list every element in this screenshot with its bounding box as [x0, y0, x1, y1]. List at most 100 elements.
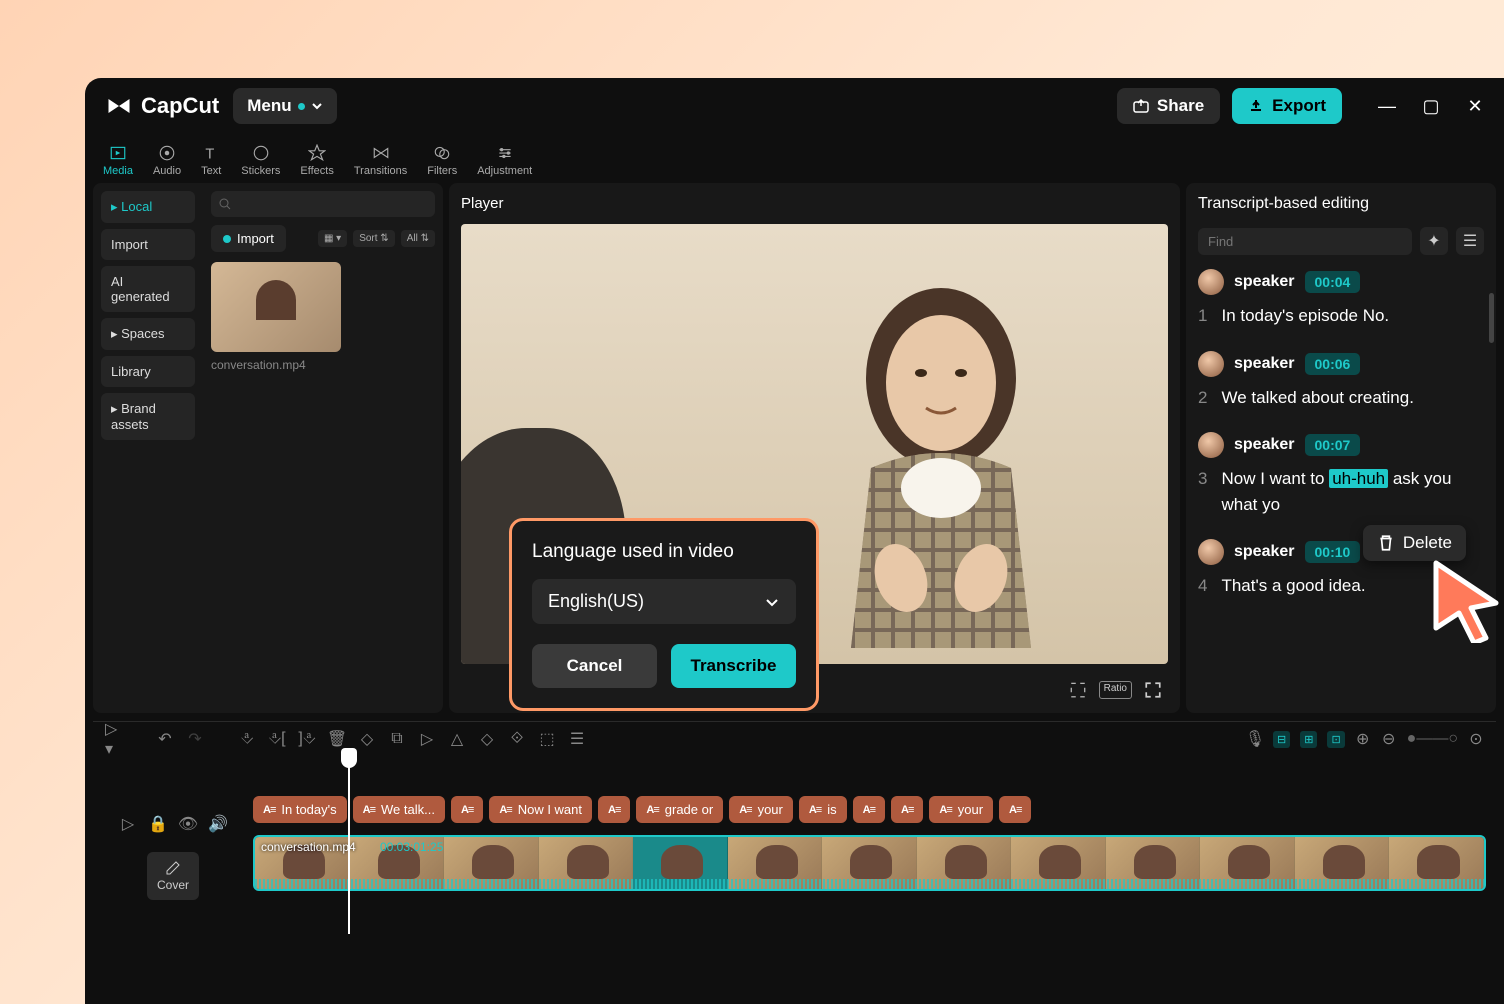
tab-adjustment[interactable]: Adjustment [467, 138, 542, 183]
transcribe-button[interactable]: Transcribe [671, 644, 796, 688]
tab-text[interactable]: TText [191, 138, 231, 183]
tab-effects[interactable]: Effects [290, 138, 343, 183]
mirror-tool[interactable]: △ [449, 731, 465, 747]
zoom-out[interactable]: ⊖ [1381, 731, 1397, 747]
duplicate-tool[interactable]: ⧉ [389, 731, 405, 747]
media-search[interactable] [211, 191, 435, 217]
caption-icon: A≡ [901, 804, 913, 816]
track-eye-icon[interactable]: 👁 [180, 816, 196, 832]
transcript-row[interactable]: speaker 00:06 2 We talked about creating… [1198, 351, 1484, 411]
caption-clip[interactable]: A≡grade or [636, 796, 723, 823]
rotate-tool[interactable]: ◇ [479, 731, 495, 747]
caption-clip[interactable]: A≡ [891, 796, 923, 823]
sparkle-button[interactable]: ✦ [1420, 227, 1448, 255]
crop-tool[interactable]: ⟐ [509, 731, 525, 747]
tab-stickers[interactable]: Stickers [231, 138, 290, 183]
caption-clip[interactable]: A≡In today's [253, 796, 347, 823]
ratio-button[interactable]: Ratio [1099, 681, 1132, 699]
timestamp-pill[interactable]: 00:07 [1305, 434, 1361, 456]
redo-button[interactable]: ↷ [187, 731, 203, 747]
playhead[interactable] [348, 754, 350, 934]
scan-icon[interactable] [1069, 681, 1087, 699]
timestamp-pill[interactable]: 00:04 [1305, 271, 1361, 293]
scrollbar[interactable] [1489, 293, 1494, 343]
share-button[interactable]: Share [1117, 88, 1220, 124]
sidebar-item-import[interactable]: Import [101, 229, 195, 260]
tab-transitions[interactable]: Transitions [344, 138, 417, 183]
list-button[interactable]: ☰ [1456, 227, 1484, 255]
close-button[interactable]: ✕ [1466, 96, 1484, 117]
sidebar-item-spaces[interactable]: ▸ Spaces [101, 318, 195, 350]
timestamp-pill[interactable]: 00:06 [1305, 353, 1361, 375]
transcript-row[interactable]: speaker 00:04 1 In today's episode No. [1198, 269, 1484, 329]
caption-clip[interactable]: A≡your [729, 796, 793, 823]
transcript-row[interactable]: speaker 00:07 3 Now I want to uh-huh ask… [1198, 432, 1484, 517]
sidebar-item-ai[interactable]: AI generated [101, 266, 195, 312]
track-speaker-icon[interactable]: 🔊 [210, 816, 226, 832]
menu-indicator-dot [298, 103, 305, 110]
grid-view-button[interactable]: ▦ ▾ [318, 230, 347, 247]
sidebar-item-library[interactable]: Library [101, 356, 195, 387]
caption-icon: A≡ [809, 804, 821, 816]
snap-btn-1[interactable]: ⊟ [1273, 731, 1290, 748]
import-button[interactable]: Import [211, 225, 286, 252]
sidebar-item-local[interactable]: ▸ Local [101, 191, 195, 223]
caption-icon: A≡ [363, 804, 375, 816]
tab-audio[interactable]: Audio [143, 138, 191, 183]
caption-icon: A≡ [608, 804, 620, 816]
chevron-down-icon [311, 100, 323, 112]
menu-button[interactable]: Menu [233, 88, 336, 124]
sort-button[interactable]: Sort ⇅ [353, 230, 395, 247]
pointer-tool[interactable]: ▷ ▾ [105, 731, 121, 747]
media-thumbnail[interactable] [211, 262, 341, 352]
speaker-avatar [1198, 351, 1224, 377]
cover-button[interactable]: Cover [147, 852, 199, 900]
modal-title: Language used in video [532, 541, 796, 563]
split-left-tool[interactable]: ⎀[ [269, 731, 285, 747]
export-button[interactable]: Export [1232, 88, 1342, 124]
mic-button[interactable]: 🎙 [1247, 731, 1263, 747]
timeline-tracks[interactable]: A≡In today'sA≡We talk...A≡A≡Now I wantA≡… [253, 766, 1486, 900]
fit-button[interactable]: ⊙ [1468, 731, 1484, 747]
sidebar-item-brand[interactable]: ▸ Brand assets [101, 393, 195, 440]
marker-tool[interactable]: ◇ [359, 731, 375, 747]
track-lock-icon[interactable]: 🔒 [150, 816, 166, 832]
snap-btn-2[interactable]: ⊞ [1300, 731, 1317, 748]
caption-clip[interactable]: A≡is [799, 796, 847, 823]
play-tool[interactable]: ▷ [419, 731, 435, 747]
language-select[interactable]: English(US) [532, 579, 796, 624]
video-track-clip[interactable]: conversation.mp4 00:03:01:25 [253, 835, 1486, 891]
caption-clip[interactable]: A≡ [451, 796, 483, 823]
tab-filters[interactable]: Filters [417, 138, 467, 183]
filter-all-button[interactable]: All ⇅ [401, 230, 435, 247]
tab-media[interactable]: Media [93, 138, 143, 183]
caption-clip[interactable]: A≡your [929, 796, 993, 823]
maximize-button[interactable]: ▢ [1422, 96, 1440, 117]
track-video-icon[interactable]: ▷ [120, 816, 136, 832]
split-tool[interactable]: ⎀ [239, 731, 255, 747]
split-right-tool[interactable]: ]⎀ [299, 731, 315, 747]
find-input[interactable] [1198, 228, 1412, 255]
pro-tool[interactable]: ⬚ [539, 731, 555, 747]
caption-clip[interactable]: A≡We talk... [353, 796, 445, 823]
share-icon [1133, 98, 1149, 114]
timestamp-pill[interactable]: 00:10 [1305, 541, 1361, 563]
svg-text:T: T [206, 147, 215, 162]
transcript-title: Transcript-based editing [1198, 195, 1484, 213]
caption-clip[interactable]: A≡ [853, 796, 885, 823]
minimize-button[interactable]: — [1378, 96, 1396, 117]
titlebar-right: Share Export — ▢ ✕ [1117, 88, 1484, 124]
fullscreen-icon[interactable] [1144, 681, 1162, 699]
delete-tool[interactable]: 🗑 [329, 731, 345, 747]
cancel-button[interactable]: Cancel [532, 644, 657, 688]
caption-clip[interactable]: A≡Now I want [489, 796, 592, 823]
list-tool[interactable]: ☰ [569, 731, 585, 747]
snap-btn-3[interactable]: ⊡ [1327, 731, 1344, 748]
undo-button[interactable]: ↶ [157, 731, 173, 747]
playhead-handle[interactable] [341, 748, 357, 768]
align-tool[interactable]: ⊕ [1355, 731, 1371, 747]
caption-clip[interactable]: A≡ [598, 796, 630, 823]
speaker-avatar [1198, 269, 1224, 295]
caption-track: A≡In today'sA≡We talk...A≡A≡Now I wantA≡… [253, 796, 1486, 823]
caption-clip[interactable]: A≡ [999, 796, 1031, 823]
